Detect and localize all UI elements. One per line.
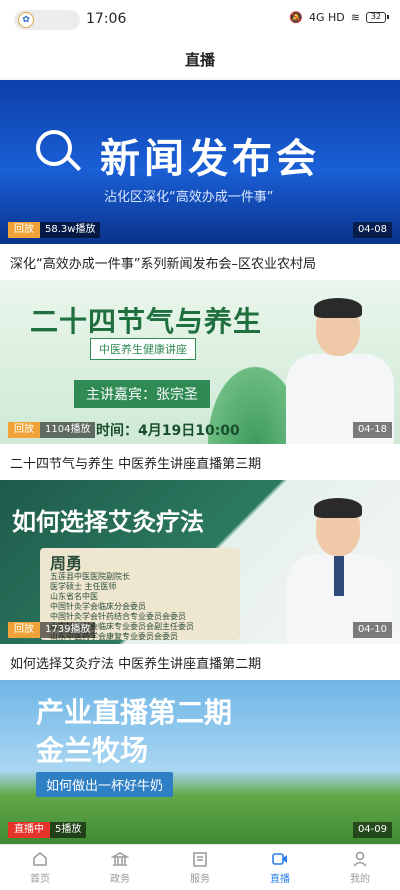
home-icon xyxy=(33,852,47,866)
magnifier-icon xyxy=(36,130,72,166)
tab-mine[interactable]: 我的 xyxy=(320,845,400,890)
app-logo-icon: ✿ xyxy=(18,12,34,28)
replay-badge: 回放 xyxy=(8,622,40,638)
view-count: 1739播放 xyxy=(40,622,96,638)
network-label: 4G HD xyxy=(309,11,345,24)
video-caption[interactable]: 二十四节气与养生 中医养生讲座直播第三期 xyxy=(0,444,400,480)
government-icon xyxy=(111,852,129,866)
live-badge: 直播中 xyxy=(8,822,50,838)
thumb-tag: 中医养生健康讲座 xyxy=(90,338,196,360)
video-thumbnail[interactable]: 二十四节气与养生 中医养生健康讲座 主讲嘉宾：张宗圣 时间：4月19日10:00… xyxy=(0,280,400,444)
video-thumbnail[interactable]: 产业直播第二期 金兰牧场 如何做出一杯好牛奶 直播中 5播放 04-09 xyxy=(0,680,400,844)
thumb-time: 时间：4月19日10:00 xyxy=(96,423,240,439)
video-card[interactable]: 新闻发布会 沾化区深化“高效办成一件事” 回放 58.3w播放 04-08 深化… xyxy=(0,80,400,280)
status-bar: ✿ 17:06 🔕 4G HD ≋ 32 xyxy=(0,0,400,40)
user-icon xyxy=(353,851,367,867)
page-title: 直播 xyxy=(184,50,215,69)
video-date: 04-18 xyxy=(352,422,392,438)
page-header: 直播 xyxy=(0,40,400,78)
badge-row: 回放 1104播放 xyxy=(8,422,96,438)
video-card[interactable]: 二十四节气与养生 中医养生健康讲座 主讲嘉宾：张宗圣 时间：4月19日10:00… xyxy=(0,280,400,480)
video-icon xyxy=(272,853,287,865)
tab-live[interactable]: 直播 xyxy=(240,845,320,890)
thumb-title: 二十四节气与养生 xyxy=(30,305,263,338)
video-caption[interactable]: 深化“高效办成一件事”系列新闻发布会–区农业农村局 xyxy=(0,244,400,280)
view-count: 58.3w播放 xyxy=(40,222,101,238)
tab-home[interactable]: 首页 xyxy=(0,845,80,890)
thumb-title: 新闻发布会 xyxy=(100,136,320,182)
tab-government[interactable]: 政务 xyxy=(80,845,160,890)
video-card[interactable]: 产业直播第二期 金兰牧场 如何做出一杯好牛奶 直播中 5播放 04-09 xyxy=(0,680,400,844)
badge-row: 回放 58.3w播放 xyxy=(8,222,101,238)
replay-badge: 回放 xyxy=(8,422,40,438)
video-date: 04-08 xyxy=(352,222,392,238)
service-icon xyxy=(193,852,207,867)
view-count: 1104播放 xyxy=(40,422,96,438)
badge-row: 回放 1739播放 xyxy=(8,622,96,638)
wifi-icon: ≋ xyxy=(350,11,360,24)
video-thumbnail[interactable]: 新闻发布会 沾化区深化“高效办成一件事” 回放 58.3w播放 04-08 xyxy=(0,80,400,244)
bottom-tab-bar: 首页 政务 服务 直播 我的 xyxy=(0,844,400,890)
battery-icon: 32 xyxy=(366,12,389,23)
mute-icon: 🔕 xyxy=(289,11,304,24)
replay-badge: 回放 xyxy=(8,222,40,238)
tab-service[interactable]: 服务 xyxy=(160,845,240,890)
thumb-subtitle: 沾化区深化“高效办成一件事” xyxy=(104,190,274,205)
video-card[interactable]: 如何选择艾灸疗法 周勇 五莲县中医医院副院长 医学硕士 主任医师 山东省名中医 … xyxy=(0,480,400,680)
video-caption[interactable]: 如何选择艾灸疗法 中医养生讲座直播第二期 xyxy=(0,644,400,680)
system-icons: 🔕 4G HD ≋ 32 xyxy=(289,11,389,24)
status-time: 17:06 xyxy=(86,11,127,27)
badge-row: 直播中 5播放 xyxy=(8,822,87,838)
thumb-subtitle: 如何做出一杯好牛奶 xyxy=(36,772,174,797)
video-date: 04-10 xyxy=(352,622,392,638)
view-count: 5播放 xyxy=(50,822,87,838)
doctor-name: 周勇 xyxy=(50,554,83,573)
thumb-title: 如何选择艾灸疗法 xyxy=(12,508,204,536)
thumb-speaker: 主讲嘉宾：张宗圣 xyxy=(74,380,210,408)
video-date: 04-09 xyxy=(352,822,392,838)
thumb-title: 产业直播第二期 金兰牧场 xyxy=(36,696,233,767)
video-thumbnail[interactable]: 如何选择艾灸疗法 周勇 五莲县中医医院副院长 医学硕士 主任医师 山东省名中医 … xyxy=(0,480,400,644)
video-feed: 新闻发布会 沾化区深化“高效办成一件事” 回放 58.3w播放 04-08 深化… xyxy=(0,80,400,844)
